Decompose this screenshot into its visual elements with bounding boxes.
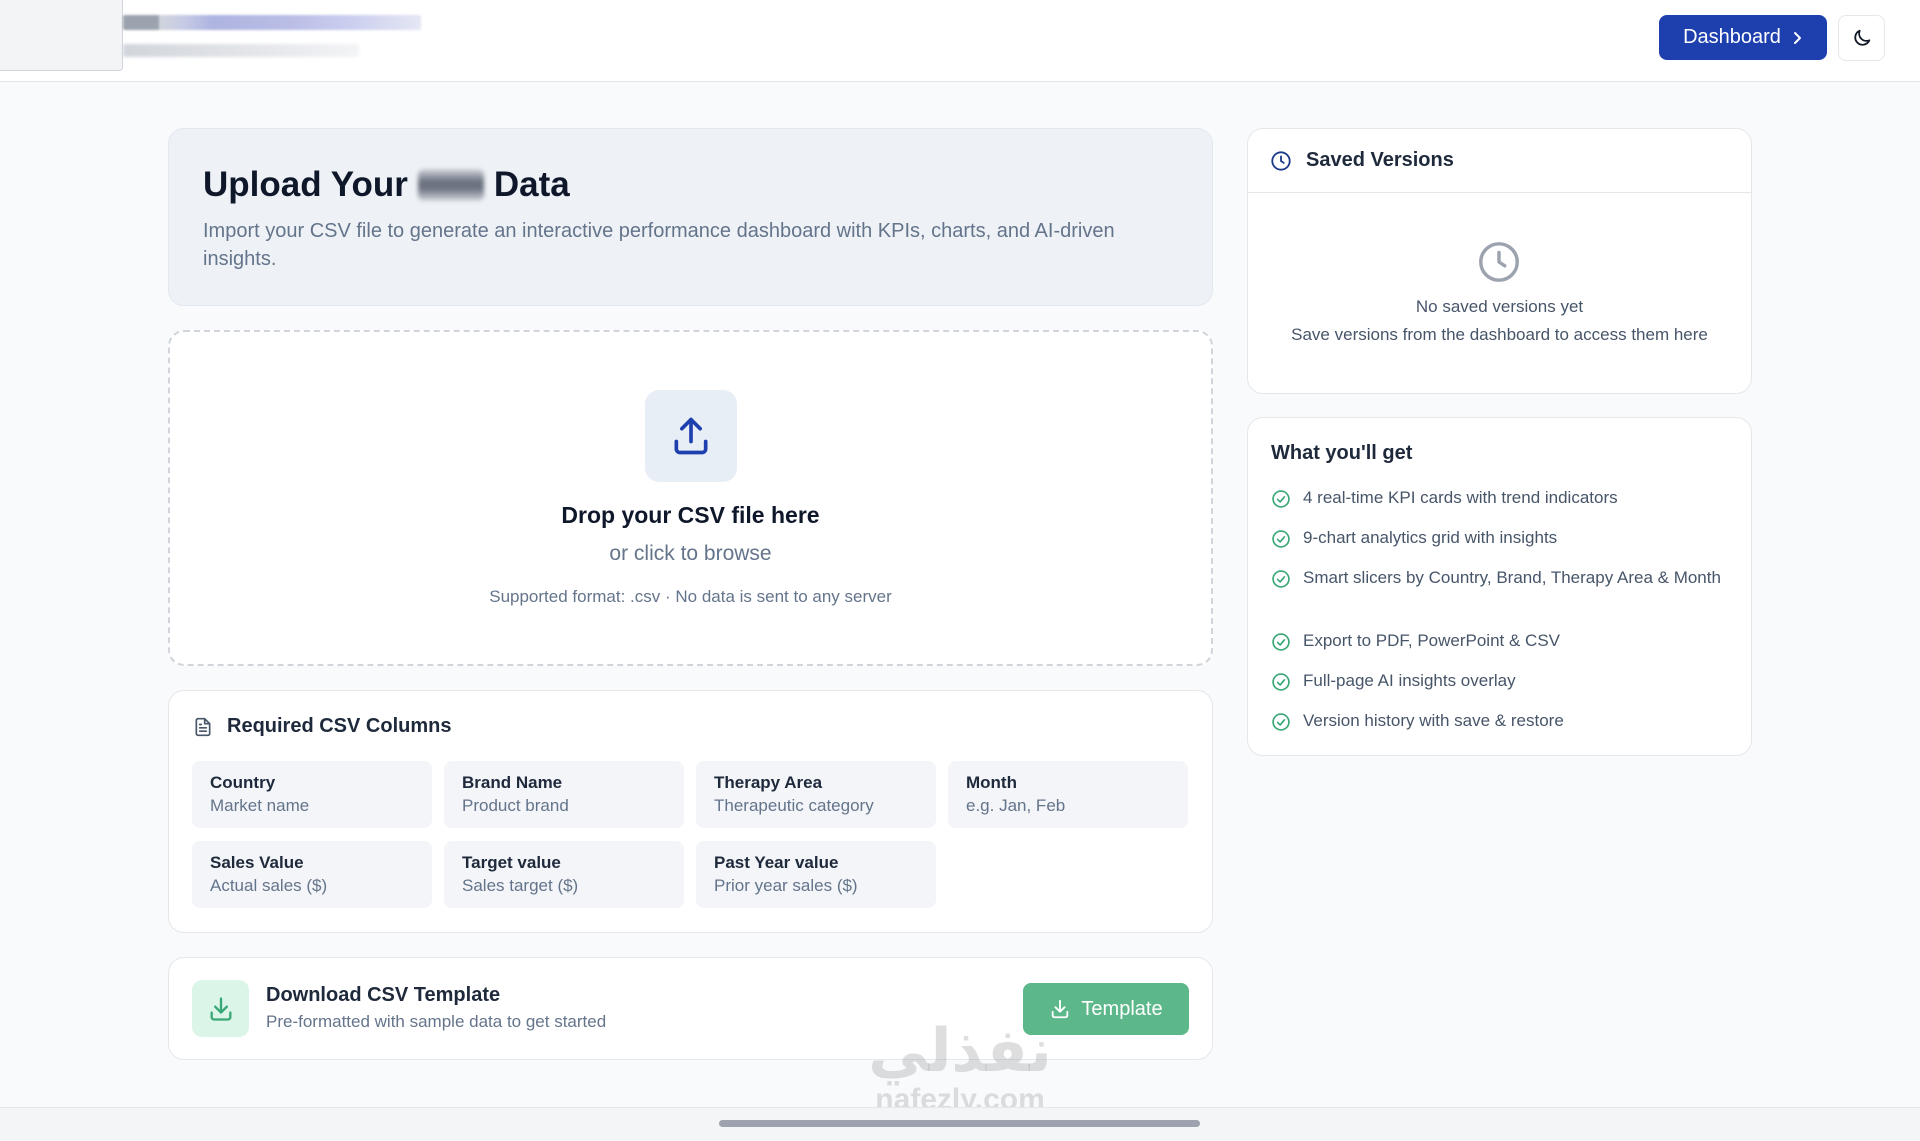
column-name: Sales Value bbox=[210, 853, 304, 872]
dashboard-button-label: Dashboard bbox=[1683, 26, 1781, 48]
feature-item: Export to PDF, PowerPoint & CSV bbox=[1271, 629, 1731, 652]
column-sales-value: Sales Value Actual sales ($) bbox=[192, 841, 432, 908]
chevron-right-icon bbox=[1793, 31, 1801, 44]
clock-icon bbox=[1479, 242, 1519, 282]
saved-versions-header: Saved Versions bbox=[1248, 129, 1751, 193]
check-circle-icon bbox=[1272, 490, 1290, 508]
required-columns-card: Required CSV Columns Country Market name… bbox=[168, 690, 1213, 933]
empty-state-title: No saved versions yet bbox=[1415, 297, 1584, 316]
feature-text: Export to PDF, PowerPoint & CSV bbox=[1303, 631, 1560, 650]
upload-hero-card: Upload Your Data Import your CSV file to… bbox=[168, 128, 1213, 306]
saved-versions-card: Saved Versions No saved versions yet Sav… bbox=[1247, 128, 1752, 394]
feature-text: 4 real-time KPI cards with trend indicat… bbox=[1303, 488, 1618, 507]
redacted-word bbox=[417, 169, 484, 201]
download-icon-container bbox=[192, 980, 249, 1037]
theme-toggle-button[interactable] bbox=[1838, 15, 1885, 61]
column-desc: Prior year sales ($) bbox=[714, 876, 858, 895]
upload-icon-container bbox=[645, 390, 737, 482]
column-therapy-area: Therapy Area Therapeutic category bbox=[696, 761, 936, 828]
download-template-card: Download CSV Template Pre-formatted with… bbox=[168, 957, 1213, 1060]
feature-item: 4 real-time KPI cards with trend indicat… bbox=[1271, 486, 1731, 509]
horizontal-scrollbar[interactable] bbox=[719, 1120, 1200, 1127]
column-brand-name: Brand Name Product brand bbox=[444, 761, 684, 828]
feature-item: Version history with save & restore bbox=[1271, 709, 1731, 732]
download-template-button[interactable]: Template bbox=[1023, 983, 1189, 1035]
column-desc: Sales target ($) bbox=[462, 876, 579, 895]
csv-dropzone[interactable]: Drop your CSV file here or click to brow… bbox=[168, 330, 1213, 666]
check-circle-icon bbox=[1272, 530, 1290, 548]
page-title: Upload Your Data bbox=[203, 165, 570, 205]
dropzone-format-note: Supported format: .csv · No data is sent… bbox=[489, 587, 892, 606]
required-columns-header: Required CSV Columns bbox=[193, 715, 451, 738]
download-title: Download CSV Template bbox=[266, 984, 501, 1006]
dropzone-browse-text[interactable]: or click to browse bbox=[170, 542, 1211, 566]
app-tagline-redacted bbox=[123, 44, 359, 57]
column-desc: e.g. Jan, Feb bbox=[966, 796, 1066, 815]
check-circle-icon bbox=[1272, 633, 1290, 651]
required-columns-title: Required CSV Columns bbox=[227, 715, 452, 737]
column-desc: Market name bbox=[210, 796, 310, 815]
column-month: Month e.g. Jan, Feb bbox=[948, 761, 1188, 828]
download-icon bbox=[1052, 999, 1069, 1019]
column-past-year-value: Past Year value Prior year sales ($) bbox=[696, 841, 936, 908]
check-circle-icon bbox=[1272, 570, 1290, 588]
moon-icon bbox=[1853, 29, 1870, 46]
feature-text: Version history with save & restore bbox=[1303, 711, 1564, 730]
page-subtitle: Import your CSV file to generate an inte… bbox=[203, 220, 1115, 270]
check-circle-icon bbox=[1272, 673, 1290, 691]
column-desc: Therapeutic category bbox=[714, 796, 874, 815]
feature-item: Smart slicers by Country, Brand, Therapy… bbox=[1271, 566, 1731, 589]
column-desc: Product brand bbox=[462, 796, 569, 815]
column-desc: Actual sales ($) bbox=[210, 876, 328, 895]
clock-icon bbox=[1271, 150, 1291, 171]
column-name: Past Year value bbox=[714, 853, 839, 872]
page-title-end: Data bbox=[493, 165, 570, 204]
template-button-label: Template bbox=[1081, 997, 1163, 1020]
empty-state-subtitle: Save versions from the dashboard to acce… bbox=[1291, 325, 1708, 344]
column-name: Country bbox=[210, 773, 276, 792]
feature-item: 9-chart analytics grid with insights bbox=[1271, 526, 1731, 549]
logo[interactable] bbox=[0, 0, 123, 71]
app-name-redacted bbox=[123, 15, 421, 30]
features-card: What you'll get 4 real-time KPI cards wi… bbox=[1247, 417, 1752, 756]
download-subtitle: Pre-formatted with sample data to get st… bbox=[266, 1012, 607, 1031]
column-name: Month bbox=[966, 773, 1017, 792]
column-country: Country Market name bbox=[192, 761, 432, 828]
column-name: Brand Name bbox=[462, 773, 563, 792]
feature-item: Full-page AI insights overlay bbox=[1271, 669, 1731, 692]
download-icon bbox=[210, 996, 231, 1021]
column-name: Target value bbox=[462, 853, 561, 872]
page-title-start: Upload Your bbox=[203, 165, 408, 204]
feature-text: Smart slicers by Country, Brand, Therapy… bbox=[1303, 568, 1721, 587]
dashboard-button[interactable]: Dashboard bbox=[1659, 15, 1827, 60]
column-target-value: Target value Sales target ($) bbox=[444, 841, 684, 908]
feature-text: Full-page AI insights overlay bbox=[1303, 671, 1516, 690]
column-name: Therapy Area bbox=[714, 773, 823, 792]
top-bar: Dashboard bbox=[0, 0, 1920, 82]
saved-versions-title: Saved Versions bbox=[1306, 149, 1454, 171]
check-circle-icon bbox=[1272, 713, 1290, 731]
features-title: What you'll get bbox=[1271, 442, 1413, 464]
feature-text: 9-chart analytics grid with insights bbox=[1303, 528, 1558, 547]
document-icon bbox=[195, 717, 211, 736]
upload-icon bbox=[674, 417, 708, 455]
dropzone-title: Drop your CSV file here bbox=[561, 502, 820, 528]
